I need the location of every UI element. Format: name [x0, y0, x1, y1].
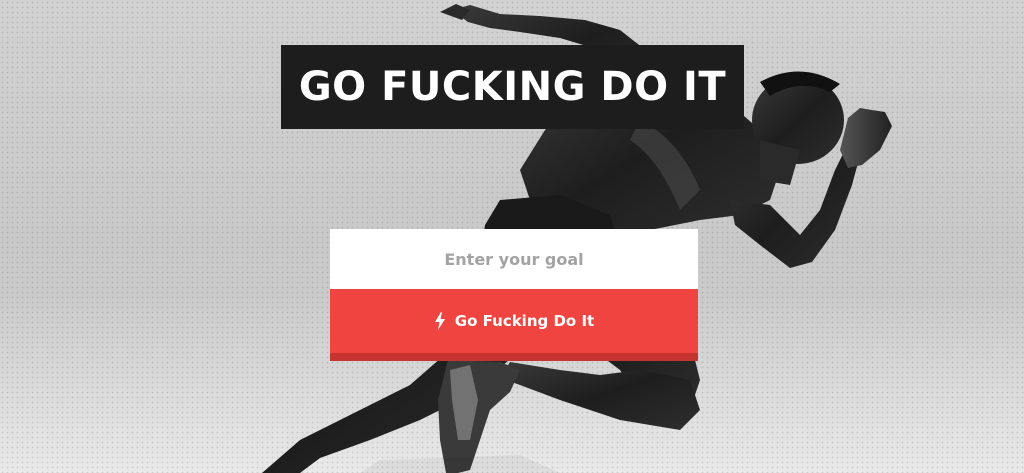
- go-button-label: Go Fucking Do It: [454, 312, 595, 330]
- goal-form: Go Fucking Do It: [330, 229, 698, 361]
- lightning-bolt-icon: [434, 312, 445, 330]
- go-fucking-do-it-button[interactable]: Go Fucking Do It: [330, 289, 698, 361]
- goal-input[interactable]: [330, 229, 698, 289]
- headline-title: GO FUCKING DO IT: [298, 64, 727, 110]
- headline-banner: GO FUCKING DO IT: [281, 45, 744, 129]
